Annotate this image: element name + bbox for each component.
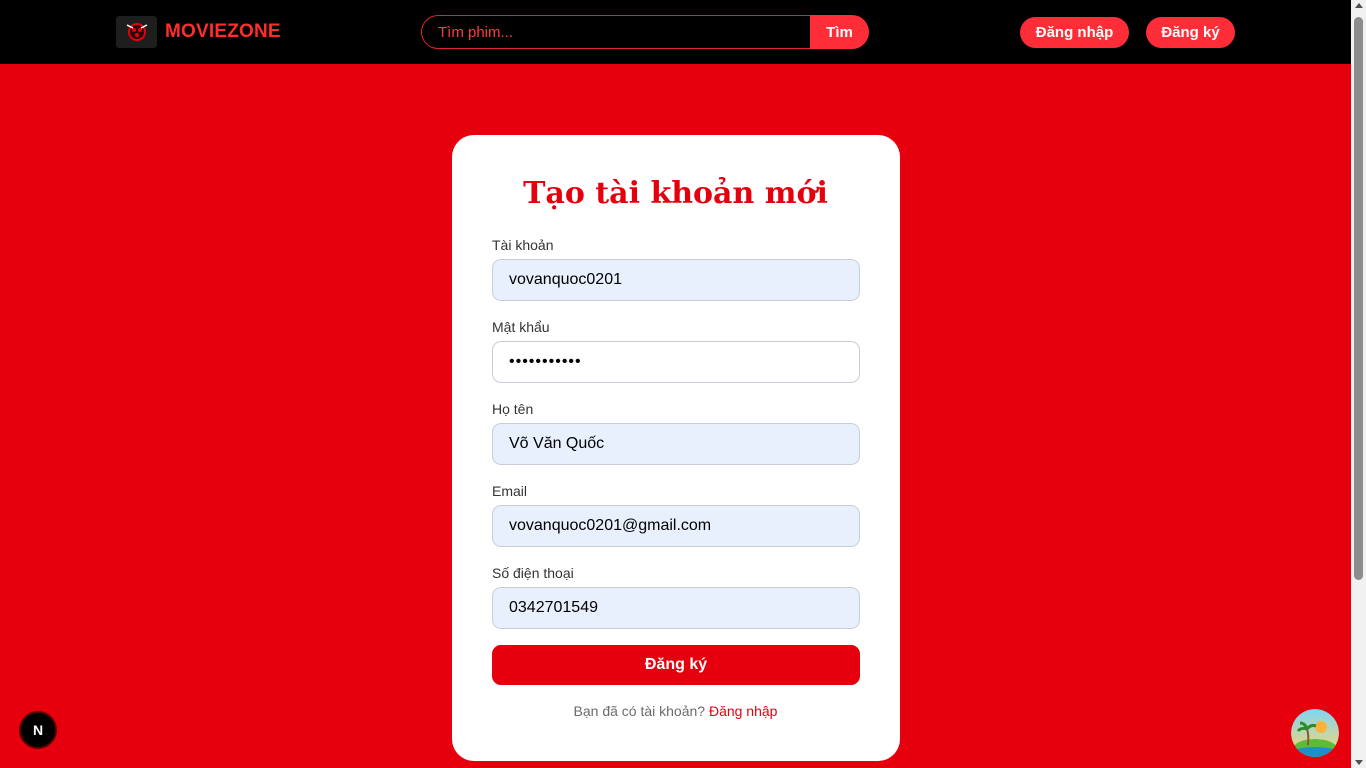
password-field[interactable]: •••••••••••: [492, 341, 860, 383]
phone-label: Số điện thoại: [492, 565, 574, 581]
register-button[interactable]: Đăng ký: [1146, 17, 1235, 48]
search-button[interactable]: Tìm: [810, 15, 869, 49]
login-link[interactable]: Đăng nhập: [709, 703, 778, 719]
username-field[interactable]: vovanquoc0201: [492, 259, 860, 301]
page-scrollbar[interactable]: [1351, 0, 1366, 768]
login-prompt-text: Bạn đã có tài khoản?: [573, 703, 706, 719]
island-icon[interactable]: [1291, 709, 1339, 757]
email-label: Email: [492, 483, 528, 499]
search-bar: Tìm: [421, 15, 869, 49]
phone-field[interactable]: 0342701549: [492, 587, 860, 629]
scroll-up-arrow-icon[interactable]: [1355, 3, 1363, 8]
scrollbar-thumb[interactable]: [1354, 17, 1363, 580]
search-input[interactable]: [421, 15, 810, 49]
email-field[interactable]: vovanquoc0201@gmail.com: [492, 505, 860, 547]
fullname-label: Họ tên: [492, 401, 534, 417]
top-navbar: MOVIEZONE Tìm Đăng nhập Đăng ký: [0, 0, 1351, 64]
login-button[interactable]: Đăng nhập: [1020, 17, 1129, 48]
movie-reel-logo-icon: [116, 16, 157, 48]
form-title: Tạo tài khoản mới: [523, 176, 828, 211]
login-prompt: Bạn đã có tài khoản? Đăng nhập: [0, 703, 1351, 719]
fullname-field[interactable]: Võ Văn Quốc: [492, 423, 860, 465]
next-dev-badge[interactable]: N: [19, 711, 57, 749]
username-label: Tài khoản: [492, 237, 554, 253]
password-label: Mật khẩu: [492, 319, 550, 335]
scroll-down-arrow-icon[interactable]: [1355, 760, 1363, 765]
brand[interactable]: MOVIEZONE: [116, 16, 281, 48]
submit-register-button[interactable]: Đăng ký: [492, 645, 860, 685]
brand-name: MOVIEZONE: [165, 21, 281, 42]
